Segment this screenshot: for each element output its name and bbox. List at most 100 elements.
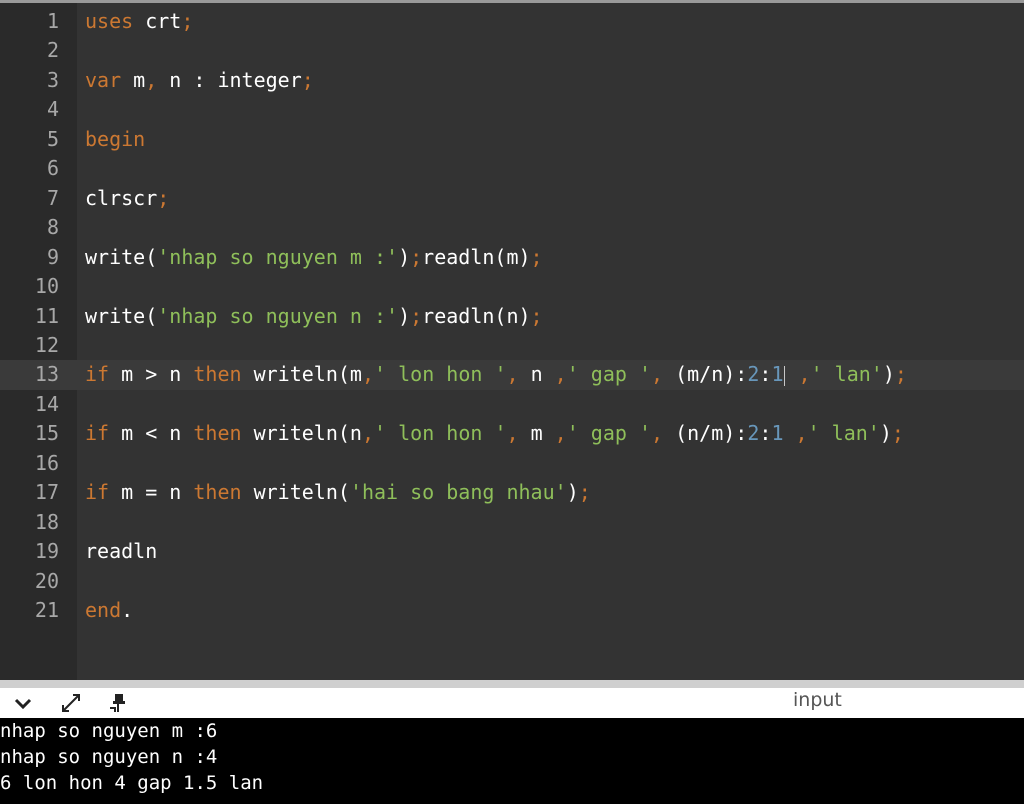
line-number: 14 — [34, 391, 59, 416]
line-number: 19 — [34, 539, 59, 564]
code-token: 2 — [747, 421, 760, 446]
code-editor[interactable]: 1 uses crt; 2 3 var m, n : integer; 4 5 begin 6 7… — [0, 0, 1024, 680]
line-number: 11 — [34, 303, 59, 328]
code-line[interactable]: 6 — [0, 154, 1024, 184]
code-line[interactable]: 20 — [0, 567, 1024, 597]
code-token: 1 — [771, 362, 784, 387]
code-line[interactable]: 13 if m > n then writeln(m,' lon hon ', n… — [0, 360, 1024, 390]
code-token: n : integer — [157, 67, 302, 92]
code-token: , — [554, 421, 567, 446]
code-token: ; — [894, 362, 907, 387]
pin-icon[interactable] — [107, 692, 129, 714]
panel-resize-divider[interactable] — [0, 680, 1024, 688]
line-number: 4 — [46, 97, 59, 122]
line-number: 13 — [34, 362, 59, 387]
code-token: m < n — [109, 421, 194, 446]
code-token: , — [506, 421, 519, 446]
code-text: end. — [85, 596, 133, 625]
line-number: 10 — [34, 274, 59, 299]
expand-icon[interactable] — [60, 692, 82, 714]
line-number: 1 — [46, 9, 59, 33]
code-token: : — [759, 421, 772, 446]
code-token: m — [121, 67, 146, 92]
line-number: 20 — [34, 568, 59, 593]
code-text: write('nhap so nguyen m :');readln(m); — [85, 243, 543, 272]
code-line[interactable]: 2 — [0, 36, 1024, 66]
code-token: 'nhap so nguyen n :' — [157, 303, 399, 328]
code-line[interactable]: 9 write('nhap so nguyen m :');readln(m); — [0, 243, 1024, 273]
line-number: 21 — [34, 598, 59, 622]
code-token: write( — [85, 244, 158, 269]
code-line[interactable]: 17 if m = n then writeln('hai so bang nha… — [0, 478, 1024, 508]
code-token: , — [361, 362, 375, 387]
code-token: ' lan' — [810, 362, 883, 387]
code-token: m > n — [109, 362, 194, 387]
code-token: , — [798, 362, 811, 387]
code-token: then — [193, 421, 242, 446]
code-token: 'nhap so nguyen m :' — [157, 244, 399, 269]
code-token: ' gap ' — [566, 421, 651, 446]
code-text: if m > n then writeln(m,' lon hon ', n ,… — [85, 360, 907, 389]
line-number: 18 — [34, 509, 59, 534]
code-text: write('nhap so nguyen n :');readln(n); — [85, 302, 543, 331]
code-token: : — [759, 362, 772, 387]
code-token: ; — [410, 303, 423, 328]
code-token: 'hai so bang nhau' — [349, 480, 567, 505]
line-number: 2 — [46, 38, 59, 63]
code-token: end — [85, 598, 122, 622]
chevron-down-icon[interactable] — [12, 692, 34, 714]
code-token: ; — [157, 185, 170, 210]
code-token: ; — [530, 303, 543, 328]
code-line[interactable]: 8 — [0, 213, 1024, 243]
line-number: 5 — [46, 126, 59, 151]
code-token: 2 — [747, 362, 760, 387]
code-line[interactable]: 5 begin — [0, 125, 1024, 155]
code-text: if m < n then writeln(n,' lon hon ', m ,… — [85, 419, 904, 448]
line-number: 3 — [46, 67, 59, 92]
code-token: ; — [530, 244, 543, 269]
code-token: 1 — [771, 421, 784, 446]
console-line: nhap so nguyen m :6 — [0, 720, 218, 742]
code-line[interactable]: 19 readln — [0, 537, 1024, 567]
code-line[interactable]: 7 clrscr; — [0, 184, 1024, 214]
code-token: writeln(m — [241, 362, 362, 387]
code-token: ) — [882, 362, 895, 387]
code-token: if — [85, 421, 110, 446]
code-line[interactable]: 3 var m, n : integer; — [0, 66, 1024, 96]
code-token: ' gap ' — [566, 362, 651, 387]
code-line[interactable]: 15 if m < n then writeln(n,' lon hon ', m… — [0, 419, 1024, 449]
code-token: ; — [181, 9, 194, 33]
code-token: crt — [133, 9, 182, 33]
code-token: , — [795, 421, 808, 446]
code-token: ) — [879, 421, 892, 446]
code-token: n — [518, 362, 555, 387]
code-token: ; — [578, 480, 591, 505]
code-line[interactable]: 12 — [0, 331, 1024, 361]
line-number: 17 — [34, 480, 59, 505]
code-line[interactable]: 4 — [0, 95, 1024, 125]
code-text: readln — [85, 537, 157, 566]
code-text: clrscr; — [85, 184, 169, 213]
code-token: ) — [398, 244, 411, 269]
code-token: m — [518, 421, 555, 446]
code-token: m = n — [109, 480, 194, 505]
code-token: writeln(n — [241, 421, 362, 446]
code-line[interactable]: 16 — [0, 449, 1024, 479]
code-line[interactable]: 11 write('nhap so nguyen n :');readln(n); — [0, 302, 1024, 332]
code-token: then — [193, 480, 242, 505]
code-token: ; — [891, 421, 904, 446]
code-token: . — [121, 598, 134, 622]
code-line[interactable]: 10 — [0, 272, 1024, 302]
code-line[interactable]: 21 end. — [0, 596, 1024, 626]
code-token: , — [651, 421, 664, 446]
line-number: 7 — [46, 185, 59, 210]
console-line: nhap so nguyen n :4 — [0, 746, 218, 768]
code-token: readln(n) — [422, 303, 531, 328]
code-line[interactable]: 1 uses crt; — [0, 7, 1024, 37]
code-line[interactable]: 14 — [0, 390, 1024, 420]
code-token: readln(m) — [422, 244, 531, 269]
line-number: 6 — [46, 156, 59, 181]
code-line[interactable]: 18 — [0, 508, 1024, 538]
